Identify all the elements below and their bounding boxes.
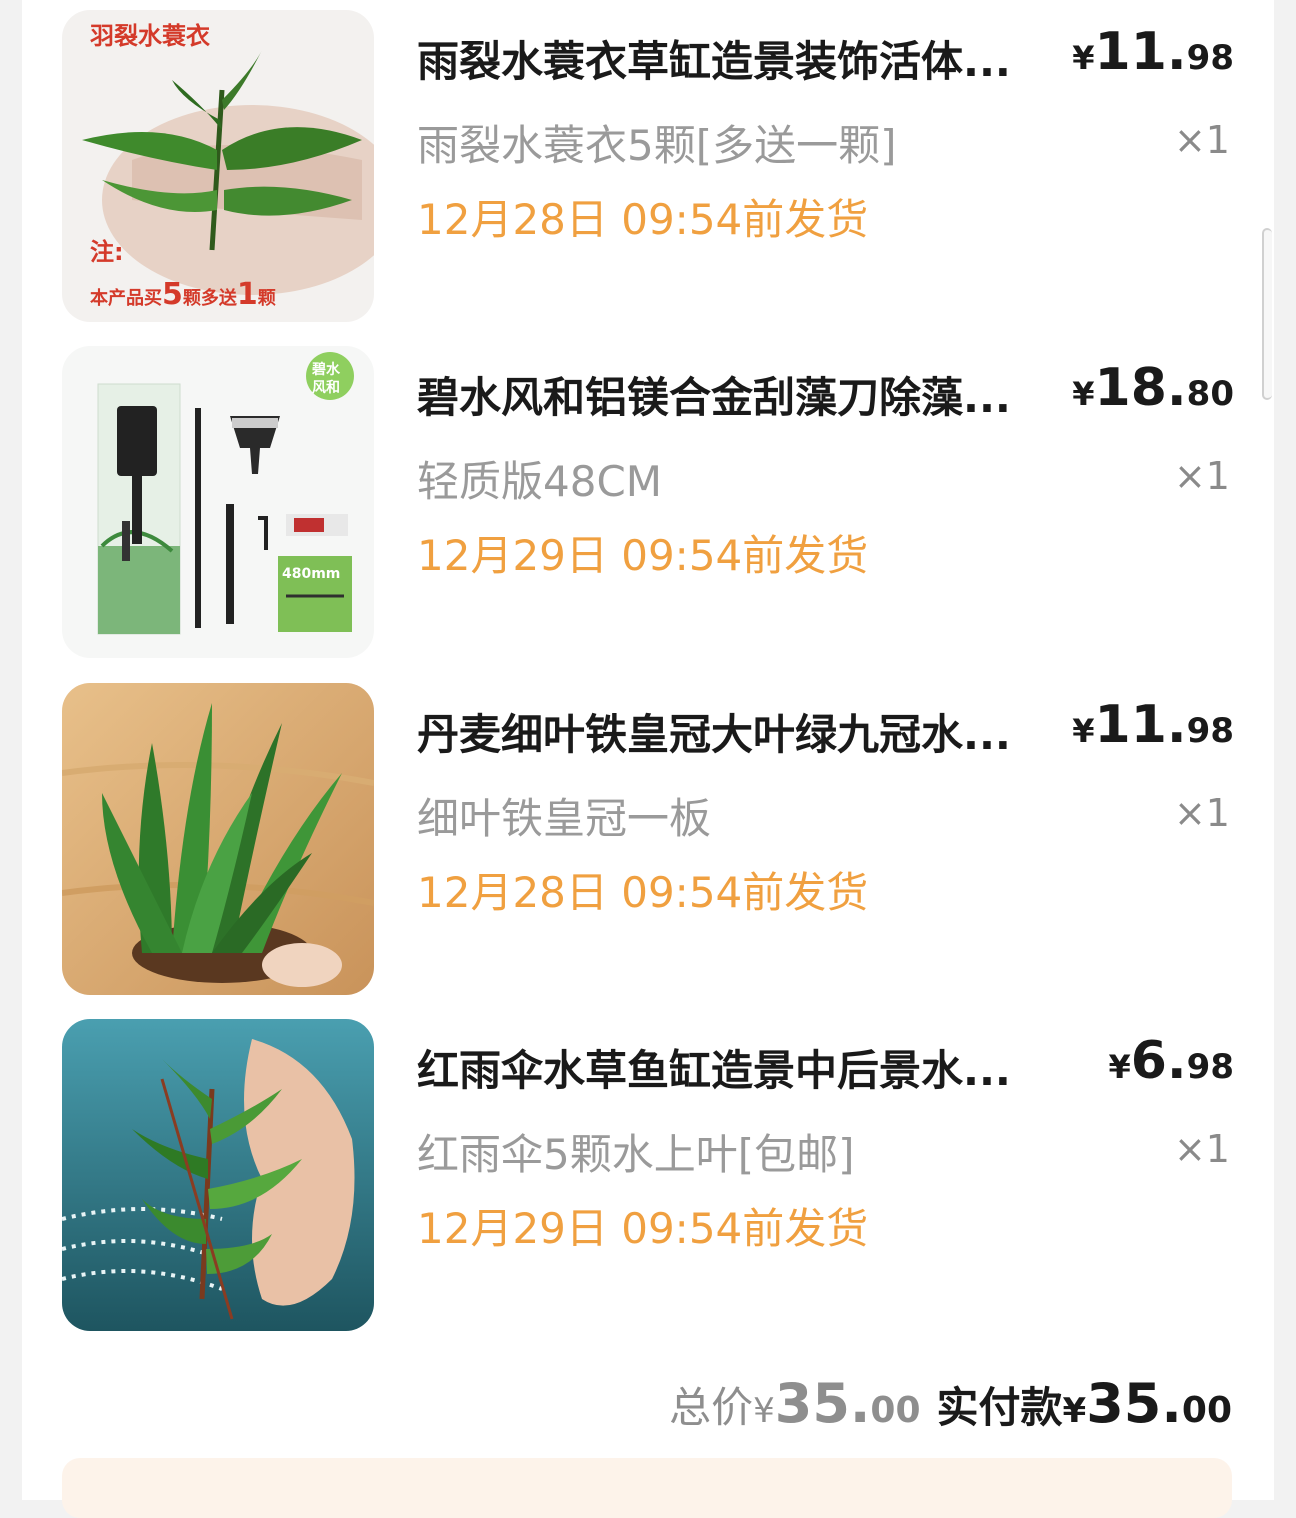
image-size-label: 480mm: [282, 566, 340, 582]
ship-deadline: 12月29日 09:54前发货: [417, 531, 869, 580]
product-image[interactable]: [62, 683, 374, 995]
product-spec: 轻质版48CM: [417, 457, 663, 506]
scrollbar[interactable]: [1262, 228, 1272, 400]
product-title[interactable]: 丹麦细叶铁皇冠大叶绿九冠水...: [417, 701, 1057, 762]
image-logo-line1: 碧水: [311, 361, 341, 378]
ship-deadline: 12月29日 09:54前发货: [417, 1204, 869, 1253]
image-caption-name: 羽裂水蓑衣: [90, 22, 210, 50]
product-price: ¥11.98: [1072, 22, 1234, 82]
product-image[interactable]: 480mm 碧水 风和: [62, 346, 374, 658]
ship-deadline: 12月28日 09:54前发货: [417, 868, 869, 917]
product-title[interactable]: 碧水风和铝镁合金刮藻刀除藻...: [417, 364, 1057, 425]
product-image-art: 羽裂水蓑衣 注: 本产品买5颗多送1颗: [62, 10, 374, 322]
image-caption-note: 注:: [90, 238, 124, 266]
ship-deadline: 12月28日 09:54前发货: [417, 195, 869, 244]
product-qty: ×1: [1173, 118, 1230, 162]
product-image-art: [62, 683, 374, 995]
product-spec: 红雨伞5颗水上叶[包邮]: [417, 1130, 855, 1179]
product-spec: 细叶铁皇冠一板: [417, 794, 712, 843]
paid-currency: ¥: [1062, 1391, 1087, 1431]
product-image[interactable]: [62, 1019, 374, 1331]
product-image-art: 480mm 碧水 风和: [62, 346, 374, 658]
paid-amount-dec: 00: [1181, 1390, 1232, 1431]
total-label: 总价: [669, 1383, 754, 1432]
order-item[interactable]: 480mm 碧水 风和 碧水风和铝镁合金刮藻刀除藻... ¥18.80 轻质版4…: [62, 346, 1242, 658]
product-price: ¥6.98: [1108, 1031, 1234, 1091]
product-qty: ×1: [1173, 1127, 1230, 1171]
product-price: ¥11.98: [1072, 695, 1234, 755]
image-logo-line2: 风和: [312, 380, 340, 396]
total-currency: ¥: [753, 1391, 775, 1431]
product-price: ¥18.80: [1072, 358, 1234, 418]
product-title[interactable]: 红雨伞水草鱼缸造景中后景水...: [417, 1037, 1057, 1098]
order-total: 总价 ¥ 35. 00 实付款 ¥ 35. 00: [669, 1372, 1232, 1435]
product-title[interactable]: 雨裂水蓑衣草缸造景装饰活体...: [417, 28, 1057, 89]
info-panel: [62, 1458, 1232, 1518]
order-item[interactable]: 红雨伞水草鱼缸造景中后景水... ¥6.98 红雨伞5颗水上叶[包邮] ×1 1…: [62, 1019, 1242, 1331]
product-qty: ×1: [1173, 454, 1230, 498]
total-amount-int: 35.: [774, 1372, 871, 1435]
paid-amount-int: 35.: [1086, 1372, 1182, 1435]
product-image[interactable]: 羽裂水蓑衣 注: 本产品买5颗多送1颗: [62, 10, 374, 322]
product-image-art: [62, 1019, 374, 1331]
order-item[interactable]: 丹麦细叶铁皇冠大叶绿九冠水... ¥11.98 细叶铁皇冠一板 ×1 12月28…: [62, 683, 1242, 995]
product-qty: ×1: [1173, 791, 1230, 835]
order-item[interactable]: 羽裂水蓑衣 注: 本产品买5颗多送1颗 雨裂水蓑衣草缸造景装饰活体... ¥11…: [62, 10, 1242, 322]
product-spec: 雨裂水蓑衣5颗[多送一颗]: [417, 121, 897, 170]
total-amount-dec: 00: [870, 1390, 921, 1431]
paid-label: 实付款: [936, 1383, 1063, 1432]
